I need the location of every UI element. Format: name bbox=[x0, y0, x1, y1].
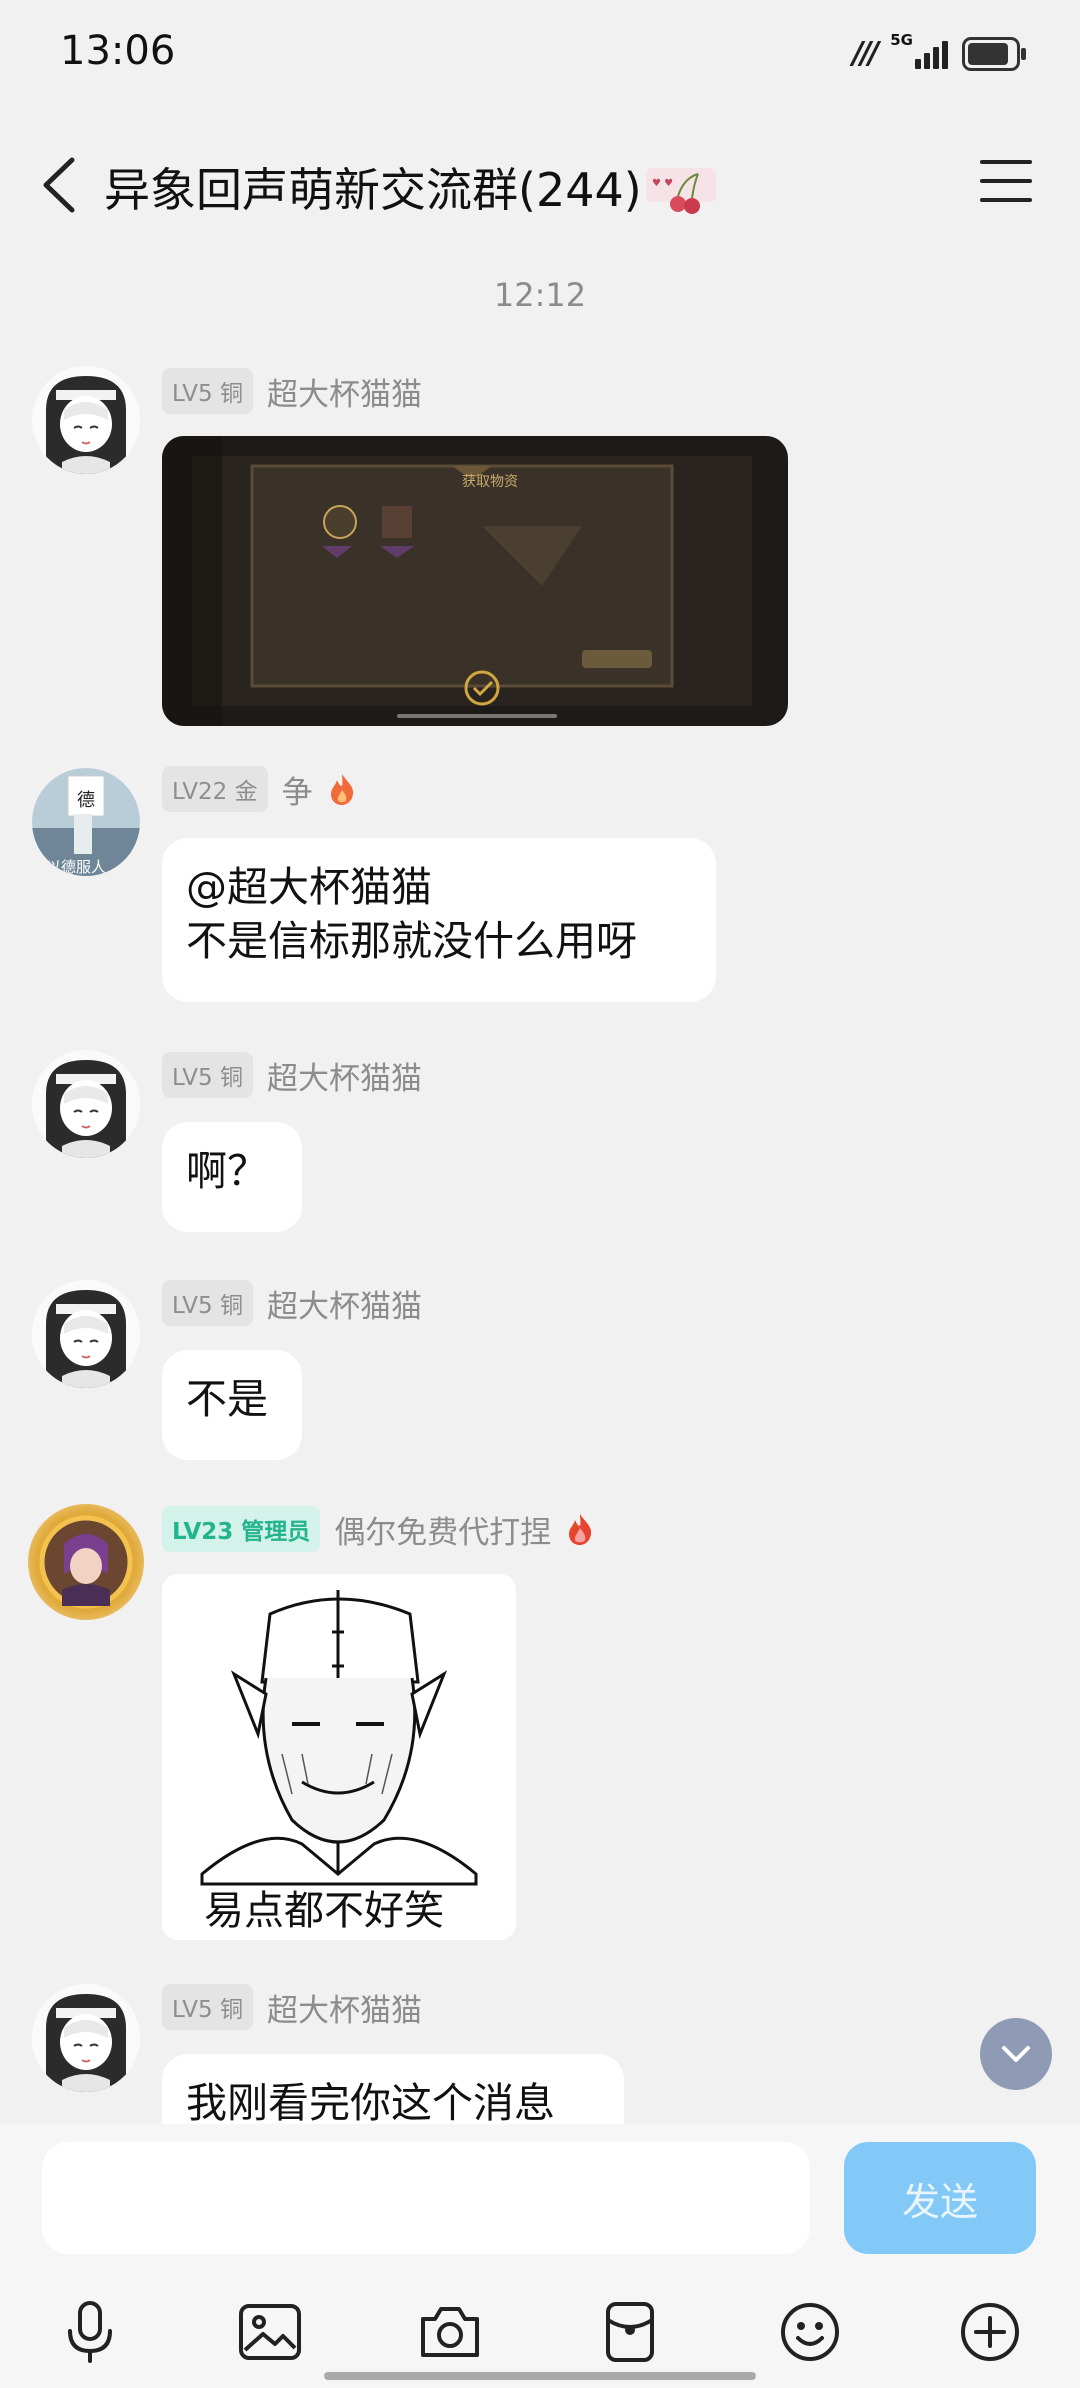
message-text-line: 不是信标那就没什么用呀 bbox=[186, 917, 637, 965]
battery-icon bbox=[962, 36, 1026, 71]
message-input[interactable] bbox=[42, 2142, 810, 2254]
message-meta: LV5 铜 超大杯猫猫 bbox=[162, 1984, 422, 2030]
message-meta: LV5 铜 超大杯猫猫 bbox=[162, 368, 422, 414]
sender-name[interactable]: 超大杯猫猫 bbox=[267, 369, 422, 414]
message-meta: LV5 铜 超大杯猫猫 bbox=[162, 1052, 422, 1098]
avatar[interactable]: 德 以德服人 bbox=[32, 768, 140, 876]
sticker-message[interactable]: 易点都不好笑 bbox=[162, 1574, 516, 1940]
avatar-sign-text: 德 bbox=[77, 790, 95, 811]
signal-icon: 5G bbox=[890, 31, 948, 69]
plus-icon[interactable] bbox=[954, 2296, 1026, 2368]
sender-name[interactable]: 争 bbox=[282, 767, 313, 812]
level-badge: LV5 铜 bbox=[162, 1052, 253, 1098]
input-toolbar bbox=[0, 2296, 1080, 2368]
status-icons: /// 5G bbox=[852, 31, 1026, 71]
sender-name[interactable]: 超大杯猫猫 bbox=[267, 1281, 422, 1326]
network-speed-icon: /// bbox=[852, 36, 879, 71]
level-badge: LV5 铜 bbox=[162, 1984, 253, 2030]
fire-icon bbox=[569, 1514, 592, 1545]
message-bubble[interactable]: 不是 bbox=[162, 1350, 302, 1460]
chat-header: 异象回声萌新交流群(244) ♥ ♥ bbox=[0, 140, 1080, 230]
camera-icon[interactable] bbox=[414, 2296, 486, 2368]
microphone-icon[interactable] bbox=[54, 2296, 126, 2368]
sticker-caption: 易点都不好笑 bbox=[204, 1888, 444, 1934]
red-packet-icon[interactable] bbox=[594, 2296, 666, 2368]
menu-icon[interactable] bbox=[980, 160, 1032, 204]
send-button[interactable]: 发送 bbox=[844, 2142, 1036, 2254]
level-badge: LV5 铜 bbox=[162, 368, 253, 414]
home-indicator[interactable] bbox=[324, 2372, 756, 2380]
image-icon[interactable] bbox=[234, 2296, 306, 2368]
message-text-line: 啊？ bbox=[186, 1147, 268, 1195]
message-bubble[interactable]: 啊？ bbox=[162, 1122, 302, 1232]
level-badge: LV5 铜 bbox=[162, 1280, 253, 1326]
back-arrow-icon[interactable] bbox=[38, 154, 86, 216]
message-text-line: 不是 bbox=[186, 1375, 268, 1423]
message-meta: LV23 管理员 偶尔免费代打捏 bbox=[162, 1506, 595, 1552]
message-bubble[interactable]: @超大杯猫猫 不是信标那就没什么用呀 bbox=[162, 838, 716, 1002]
avatar[interactable] bbox=[32, 366, 140, 474]
level-badge: LV22 金 bbox=[162, 766, 268, 812]
laughing-man-sticker-icon: 易点都不好笑 bbox=[162, 1574, 516, 1940]
admin-level-badge: LV23 管理员 bbox=[162, 1506, 321, 1552]
fire-icon bbox=[330, 774, 353, 805]
sender-name[interactable]: 超大杯猫猫 bbox=[267, 1053, 422, 1098]
cherry-decoration-icon: ♥ ♥ bbox=[646, 168, 716, 214]
group-title[interactable]: 异象回声萌新交流群(244) bbox=[104, 154, 642, 220]
message-text-line: 我刚看完你这个消息 bbox=[186, 2079, 555, 2127]
avatar[interactable] bbox=[32, 1050, 140, 1158]
message-text-line: @超大杯猫猫 bbox=[186, 863, 432, 911]
emoji-icon[interactable] bbox=[774, 2296, 846, 2368]
scroll-to-bottom-button[interactable] bbox=[980, 2018, 1052, 2090]
sender-name[interactable]: 超大杯猫猫 bbox=[267, 1985, 422, 2030]
time-separator: 12:12 bbox=[493, 276, 587, 314]
message-meta: LV5 铜 超大杯猫猫 bbox=[162, 1280, 422, 1326]
avatar[interactable] bbox=[32, 1984, 140, 2092]
svg-text:♥ ♥: ♥ ♥ bbox=[652, 178, 673, 189]
avatar[interactable] bbox=[32, 1280, 140, 1388]
status-time: 13:06 bbox=[60, 28, 176, 74]
message-meta: LV22 金 争 bbox=[162, 766, 357, 812]
image-caption: 获取物资 bbox=[462, 474, 518, 490]
status-bar: 13:06 /// 5G bbox=[0, 0, 1080, 110]
image-message[interactable]: 获取物资 bbox=[162, 436, 788, 726]
avatar-caption: 以德服人 bbox=[46, 858, 106, 876]
sender-name[interactable]: 偶尔免费代打捏 bbox=[334, 1507, 551, 1552]
network-type: 5G bbox=[890, 30, 913, 49]
chevron-down-icon bbox=[1002, 2046, 1030, 2062]
avatar[interactable] bbox=[28, 1504, 144, 1620]
input-area: 发送 bbox=[0, 2124, 1080, 2388]
